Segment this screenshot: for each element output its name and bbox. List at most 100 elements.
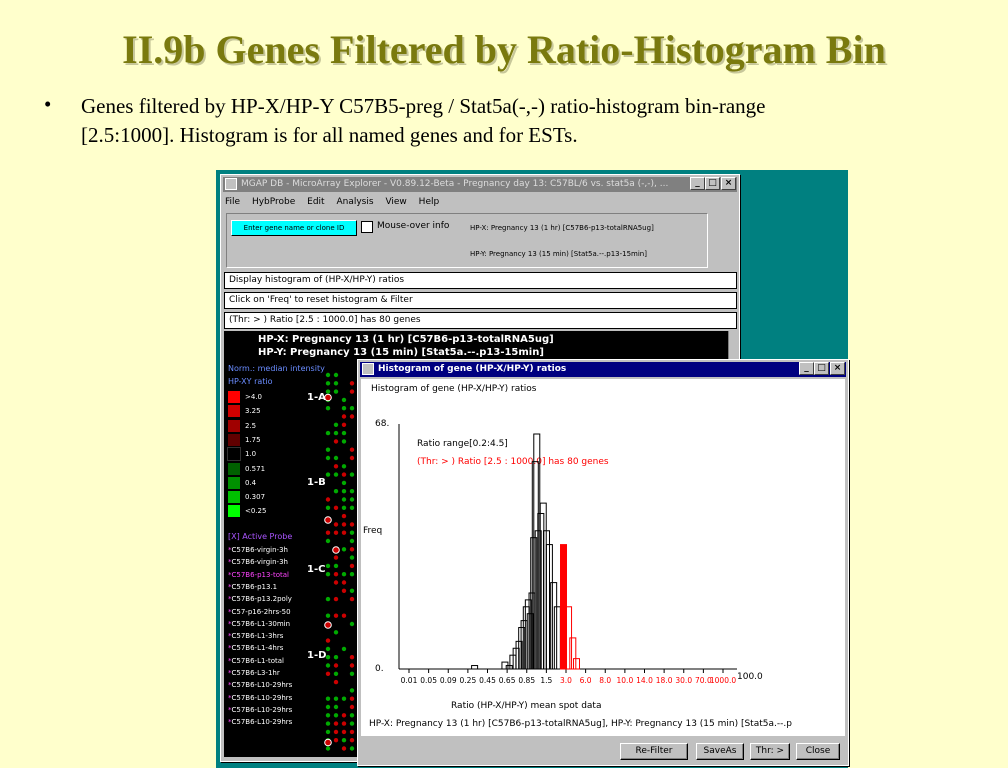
legend-swatch: [228, 476, 240, 489]
array-spot: [341, 646, 347, 652]
array-spot: [341, 505, 347, 510]
array-spot: [333, 464, 339, 469]
slide-title: II.9b Genes Filtered by Ratio-Histogram …: [122, 27, 886, 72]
legend-label: 1.75: [245, 435, 261, 444]
probe-item[interactable]: *C57B6-L1-total: [228, 657, 284, 665]
maximize-button[interactable]: □: [705, 177, 720, 190]
minimize-button[interactable]: _: [690, 177, 705, 190]
array-spot: [341, 422, 347, 427]
menu-edit[interactable]: Edit: [307, 197, 324, 207]
menu-hybprobe[interactable]: HybProbe: [252, 197, 295, 207]
array-spot: [349, 381, 355, 386]
active-probe-label: [X] Active Probe: [228, 532, 293, 541]
array-spot: [333, 530, 339, 535]
legend-swatch: [227, 447, 241, 462]
probe-item[interactable]: *C57B6-L3-1hr: [228, 669, 280, 677]
legend-swatch: [228, 505, 240, 518]
x-tick-label: 0.09: [440, 676, 457, 685]
control-panel: Enter gene name or clone ID Mouse-over i…: [226, 213, 708, 268]
array-spot: [349, 588, 355, 593]
array-spot: [341, 414, 347, 419]
array-spot: [341, 696, 347, 701]
array-spot: [349, 530, 355, 535]
array-spot: [341, 513, 347, 519]
refilter-button[interactable]: Re-Filter: [620, 743, 688, 760]
probe-item[interactable]: *C57B6-L1-30min: [228, 620, 290, 628]
array-spot: [341, 489, 347, 494]
probe-item[interactable]: *C57B6-L10-29hrs: [228, 706, 292, 714]
array-spot: [341, 572, 347, 577]
probe-item[interactable]: *C57B6-virgin-3h: [228, 558, 288, 566]
probe-item[interactable]: *C57B6-L10-29hrs: [228, 681, 292, 689]
x-tick-label: 18.0: [656, 676, 673, 685]
legend-label: 0.571: [245, 464, 266, 473]
array-spot: [341, 588, 347, 593]
array-spot: [325, 497, 331, 502]
hist-maximize-button[interactable]: □: [814, 362, 829, 375]
highlighted-spot: [324, 621, 332, 629]
probe-item[interactable]: *C57B6-L1-4hrs: [228, 644, 283, 652]
array-spot: [349, 671, 355, 676]
array-spot: [333, 430, 339, 436]
mouseover-checkbox[interactable]: [361, 221, 373, 233]
array-spot: [341, 472, 347, 477]
hist-close-button[interactable]: ×: [830, 362, 845, 375]
status-line-1: Display histogram of (HP-X/HP-Y) ratios: [224, 272, 737, 289]
array-spot: [333, 679, 339, 685]
legend-label: 0.4: [245, 478, 257, 487]
array-spot: [341, 430, 347, 436]
close-window-button[interactable]: Close: [796, 743, 840, 760]
array-spot: [349, 621, 355, 627]
saveas-button[interactable]: SaveAs: [696, 743, 744, 760]
x-tick-label: 0.85: [518, 676, 535, 685]
threshold-button[interactable]: Thr: >: [750, 743, 790, 760]
menu-analysis[interactable]: Analysis: [336, 197, 373, 207]
hist-minimize-button[interactable]: _: [799, 362, 814, 375]
x-tick-label: 8.0: [599, 676, 611, 685]
highlighted-spot: [324, 516, 332, 524]
array-spot: [325, 472, 331, 477]
legend-swatch: [228, 391, 240, 403]
array-spot: [349, 538, 355, 544]
array-spot: [341, 746, 347, 751]
probe-item[interactable]: *C57B6-virgin-3h: [228, 546, 288, 554]
probe-item[interactable]: *C57B6-L10-29hrs: [228, 694, 292, 702]
x-tick-label: 30.0: [675, 676, 692, 685]
probe-item[interactable]: *C57B6-L1-3hrs: [228, 632, 283, 640]
menu-help[interactable]: Help: [419, 197, 440, 207]
array-spot: [341, 522, 347, 527]
histogram-titlebar[interactable]: Histogram of gene (HP-X/HP-Y) ratios: [360, 362, 846, 377]
histogram-bar: [550, 582, 558, 670]
probe-item[interactable]: *C57B6-L10-29hrs: [228, 718, 292, 726]
x-tick-label: 6.0: [580, 676, 592, 685]
array-spot: [349, 688, 355, 693]
probe-item[interactable]: *C57B6-p13-total: [228, 571, 289, 579]
menu-file[interactable]: File: [225, 197, 240, 207]
x-tick-label: 0.65: [499, 676, 516, 685]
array-spot: [349, 738, 355, 743]
array-spot: [333, 729, 339, 735]
array-spot: [325, 455, 331, 461]
probe-item[interactable]: *C57B6-p13.2poly: [228, 595, 292, 603]
probe-item[interactable]: *C57B6-p13.1: [228, 583, 277, 591]
array-spot: [325, 505, 331, 510]
legend-swatch: [228, 433, 240, 446]
array-spot: [325, 530, 331, 535]
histogram-plot[interactable]: 0.01 0.05 0.09 0.25 0.45 0.65 0.85 1.5 3.0 6.0 8.0…: [361, 379, 845, 699]
array-spot: [341, 464, 347, 469]
array-spot: [349, 505, 355, 510]
array-spot: [341, 530, 347, 535]
main-window-titlebar[interactable]: MGAP DB - MicroArray Explorer - V0.89.12…: [223, 177, 737, 192]
gene-search-button[interactable]: Enter gene name or clone ID: [231, 220, 357, 236]
x-tick-label: 1000.0: [710, 676, 736, 685]
legend-swatch: [228, 462, 240, 475]
array-spot: [349, 389, 355, 394]
array-spot: [333, 655, 339, 660]
array-spot: [325, 381, 331, 386]
array-spot: [349, 655, 355, 660]
array-spot: [341, 721, 347, 726]
main-window-title: MGAP DB - MicroArray Explorer - V0.89.12…: [241, 179, 669, 189]
close-button[interactable]: ×: [721, 177, 736, 190]
menu-view[interactable]: View: [385, 197, 406, 207]
probe-item[interactable]: *C57-p16-2hrs-50: [228, 608, 291, 616]
